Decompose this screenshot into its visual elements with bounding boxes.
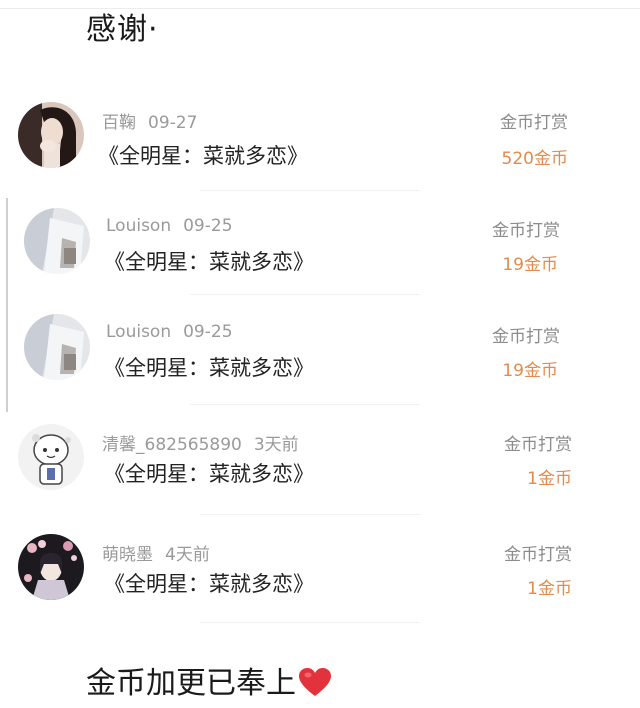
book-title[interactable]: 《全明星：菜就多恋》 [104,246,314,276]
reward-date: 09-27 [148,113,198,133]
row-divider [200,514,420,515]
donor-name[interactable]: 清馨_682565890 [102,435,242,455]
reward-date: 4天前 [165,545,210,565]
reward-row[interactable]: 清馨_682565890 3天前 《全明星：菜就多恋》 金币打赏 1金币 [0,416,640,516]
reward-type: 金币打赏 [504,545,572,565]
avatar[interactable] [18,102,84,168]
reward-amount: 19金币 [502,255,558,275]
row-divider [190,294,420,295]
reward-type: 金币打赏 [492,327,560,347]
row-divider [200,190,420,191]
reward-amount: 520金币 [501,149,568,169]
book-title[interactable]: 《全明星：菜就多恋》 [104,458,314,488]
avatar[interactable] [18,534,84,600]
row-divider [200,622,420,623]
reward-type: 金币打赏 [500,113,568,133]
avatar-photo-icon [18,102,84,168]
avatar-illustration-icon [18,534,84,600]
reward-row[interactable]: 萌晓墨 4天前 《全明星：菜就多恋》 金币打赏 1金币 [0,526,640,626]
reward-row[interactable]: Louison 09-25 《全明星：菜就多恋》 金币打赏 19金币 [0,202,640,302]
avatar-photo-icon [24,208,90,274]
reward-date: 09-25 [183,322,233,342]
donor-name[interactable]: Louison [106,216,171,236]
avatar-cartoon-icon [18,424,84,490]
book-title[interactable]: 《全明星：菜就多恋》 [104,568,314,598]
footer-text: 金币加更已奉上 [86,666,296,701]
book-title[interactable]: 《全明星：菜就多恋》 [104,352,314,382]
thanks-heading: 感谢· [86,12,159,47]
reward-type: 金币打赏 [492,221,560,241]
avatar-photo-icon [24,314,90,380]
reward-amount: 1金币 [527,579,572,599]
avatar[interactable] [24,208,90,274]
footer-message: 金币加更已奉上 [86,664,332,708]
reward-amount: 19金币 [502,361,558,381]
reward-meta: 百鞠 09-27 [102,108,197,133]
reward-type: 金币打赏 [504,435,572,455]
reward-meta: Louison 09-25 [106,216,233,236]
reward-row[interactable]: 百鞠 09-27 《全明星：菜就多恋》 金币打赏 520金币 [0,96,640,196]
reward-row[interactable]: Louison 09-25 《全明星：菜就多恋》 金币打赏 19金币 [0,308,640,408]
book-title[interactable]: 《全明星：菜就多恋》 [98,140,308,170]
reward-meta: 萌晓墨 4天前 [102,540,210,565]
reward-meta: Louison 09-25 [106,322,233,342]
reward-date: 09-25 [183,216,233,236]
reward-date: 3天前 [253,435,299,455]
donor-name[interactable]: Louison [106,322,171,342]
avatar[interactable] [24,314,90,380]
row-divider [190,404,420,405]
reward-meta: 清馨_682565890 3天前 [102,430,299,455]
donor-name[interactable]: 萌晓墨 [102,545,153,565]
heart-icon [298,667,332,708]
reward-amount: 1金币 [527,469,572,489]
donor-name[interactable]: 百鞠 [102,113,136,133]
avatar[interactable] [18,424,84,490]
